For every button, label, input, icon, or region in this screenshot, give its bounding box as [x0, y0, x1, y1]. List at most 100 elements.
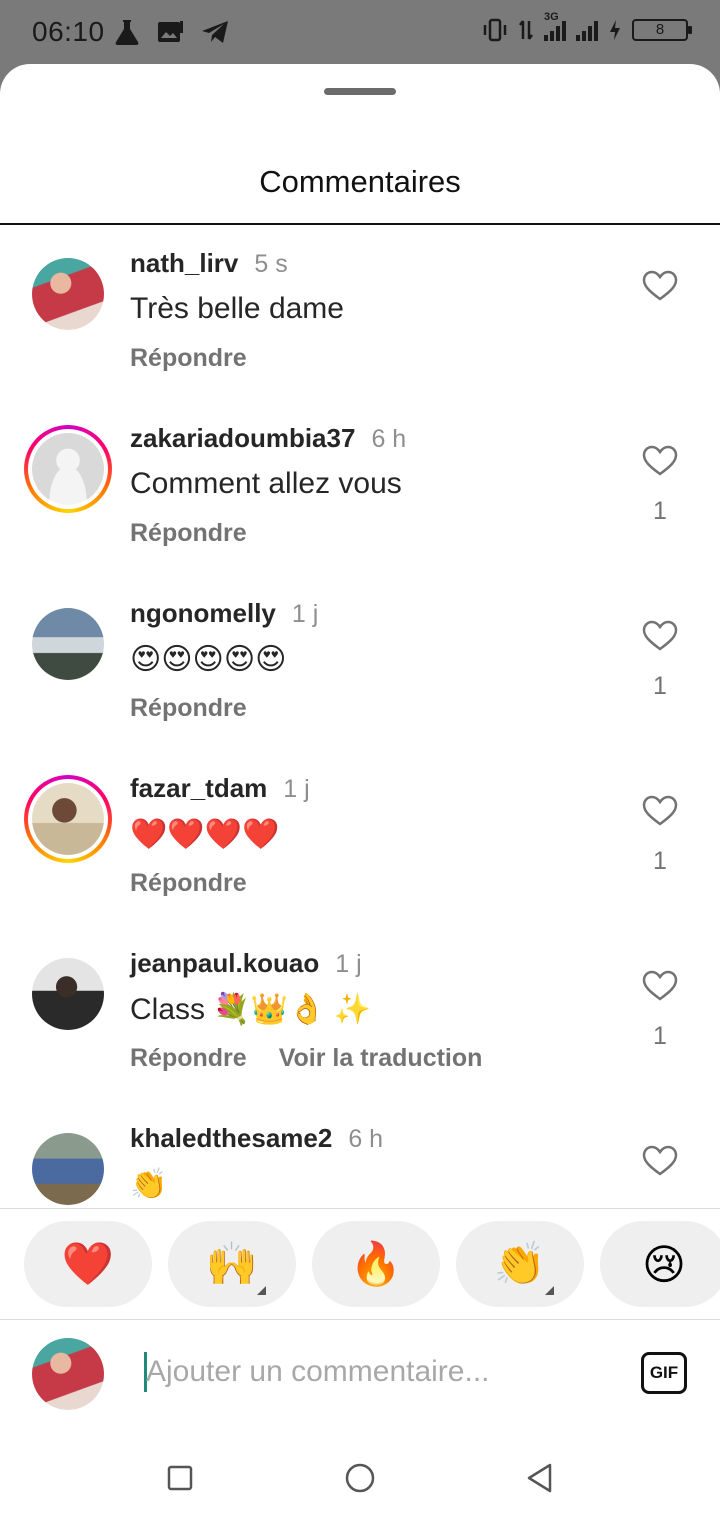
like-count: 1: [653, 847, 667, 875]
network-type: 3G: [544, 11, 559, 23]
telegram-icon: [202, 21, 228, 43]
title-divider: [0, 223, 720, 225]
comment-time: 1 j: [335, 950, 362, 978]
like-count: 1: [653, 497, 667, 525]
comment-item: jeanpaul.kouao 1 j Class 💐👑👌 ✨ Répondre …: [0, 926, 720, 1101]
avatar: [32, 433, 104, 505]
comment-actions: Répondre: [130, 694, 247, 723]
comments-list[interactable]: nath_lirv 5 s Très belle dame Répondre z…: [0, 226, 720, 1206]
comment-item: ngonomelly 1 j 😍😍😍😍😍 Répondre 1: [0, 576, 720, 751]
comment-text: Très belle dame: [130, 292, 344, 325]
comment-time: 5 s: [254, 250, 288, 278]
back-button[interactable]: [520, 1458, 560, 1498]
sheet-title: Commentaires: [259, 164, 461, 199]
recent-apps-icon: [167, 1465, 193, 1491]
comment-username[interactable]: khaledthesame2: [130, 1123, 332, 1154]
comment-text: ❤️❤️❤️❤️: [130, 818, 280, 851]
composer-divider: [0, 1319, 720, 1320]
comment-input[interactable]: [146, 1350, 616, 1394]
reaction-clapping[interactable]: 👏: [456, 1221, 584, 1307]
reaction-fire[interactable]: 🔥: [312, 1221, 440, 1307]
back-icon: [527, 1463, 552, 1493]
reply-button[interactable]: Répondre: [130, 869, 247, 898]
reaction-emoji: 👏: [493, 1239, 547, 1287]
comment-item: zakariadoumbia37 6 h Comment allez vous …: [0, 401, 720, 576]
skin-tone-indicator: [545, 1286, 554, 1295]
reply-button[interactable]: Répondre: [130, 694, 247, 723]
reactions-divider: [0, 1208, 720, 1209]
skin-tone-indicator: [257, 1286, 266, 1295]
reaction-crying[interactable]: 😢: [600, 1221, 720, 1307]
signal-3g: 3G: [544, 11, 566, 41]
comment-time: 6 h: [348, 1125, 384, 1153]
comment-text: 😍😍😍😍😍: [130, 643, 287, 676]
comment-time: 1 j: [291, 600, 319, 628]
data-transfer-icon: [519, 20, 533, 40]
flask-icon: [115, 20, 139, 45]
reaction-heart[interactable]: ❤️: [24, 1221, 152, 1307]
avatar[interactable]: [32, 258, 104, 330]
avatar[interactable]: [32, 958, 104, 1030]
avatar[interactable]: [32, 1133, 104, 1205]
see-translation-button[interactable]: Voir la traduction: [279, 1044, 483, 1073]
comment-username[interactable]: ngonomelly: [130, 598, 276, 629]
heart-outline-icon[interactable]: [642, 270, 678, 302]
gallery-icon: [158, 21, 183, 42]
reply-button[interactable]: Répondre: [130, 519, 247, 548]
drag-handle[interactable]: [324, 88, 396, 95]
like-count: 1: [653, 672, 667, 700]
comment-item: nath_lirv 5 s Très belle dame Répondre: [0, 226, 720, 401]
reply-button[interactable]: Répondre: [130, 344, 247, 373]
comment-username[interactable]: jeanpaul.kouao: [130, 948, 319, 979]
comments-sheet: Commentaires nath_lirv 5 s Très belle da…: [0, 64, 720, 1520]
comment-actions: Répondre: [130, 519, 247, 548]
home-icon: [345, 1463, 375, 1493]
comment-text: 👏: [130, 1168, 168, 1201]
heart-outline-icon[interactable]: [642, 1145, 678, 1177]
reaction-emoji: 🙌: [205, 1239, 259, 1287]
like-count: 1: [653, 1022, 667, 1050]
comment-header: zakariadoumbia37 6 h: [130, 423, 406, 454]
comment-header: nath_lirv 5 s: [130, 248, 288, 279]
home-button[interactable]: [340, 1458, 380, 1498]
heart-outline-icon[interactable]: [642, 445, 678, 477]
signal-bars-2: [576, 19, 598, 41]
status-notification-icons: [114, 18, 230, 46]
heart-outline-icon[interactable]: [642, 970, 678, 1002]
gif-button[interactable]: GIF: [641, 1352, 687, 1394]
status-time: 06:10: [32, 16, 105, 47]
status-system-icons: 3G 8: [482, 11, 692, 42]
comment-header: khaledthesame2 6 h: [130, 1123, 383, 1154]
quick-reactions-bar: ❤️ 🙌 🔥 👏 😢: [24, 1221, 720, 1307]
comment-username[interactable]: fazar_tdam: [130, 773, 267, 804]
comment-username[interactable]: nath_lirv: [130, 248, 238, 279]
heart-outline-icon[interactable]: [642, 620, 678, 652]
comment-actions: Répondre Voir la traduction: [130, 1044, 482, 1073]
avatar[interactable]: [32, 608, 104, 680]
reaction-raising-hands[interactable]: 🙌: [168, 1221, 296, 1307]
comment-header: jeanpaul.kouao 1 j: [130, 948, 362, 979]
avatar: [32, 783, 104, 855]
charging-icon: [610, 20, 620, 40]
comment-header: fazar_tdam 1 j: [130, 773, 310, 804]
battery-indicator: 8: [632, 19, 692, 41]
comment-actions: Répondre: [130, 869, 247, 898]
comment-text: Comment allez vous: [130, 467, 402, 500]
story-ring[interactable]: [24, 775, 112, 863]
heart-outline-icon[interactable]: [642, 795, 678, 827]
comment-time: 6 h: [371, 425, 407, 453]
system-nav-bar: [0, 1436, 720, 1520]
comment-text: Class 💐👑👌 ✨: [130, 993, 372, 1026]
comment-username[interactable]: zakariadoumbia37: [130, 423, 355, 454]
status-bar: 06:10 3G 8: [0, 0, 720, 64]
comment-item: fazar_tdam 1 j ❤️❤️❤️❤️ Répondre 1: [0, 751, 720, 926]
recent-apps-button[interactable]: [160, 1458, 200, 1498]
comment-header: ngonomelly 1 j: [130, 598, 318, 629]
comment-actions: Répondre: [130, 344, 247, 373]
reply-button[interactable]: Répondre: [130, 1044, 247, 1073]
story-ring[interactable]: [24, 425, 112, 513]
composer-avatar: [32, 1338, 104, 1410]
vibrate-icon: [483, 18, 507, 42]
comment-item: khaledthesame2 6 h 👏: [0, 1101, 720, 1206]
comment-time: 1 j: [283, 775, 310, 803]
